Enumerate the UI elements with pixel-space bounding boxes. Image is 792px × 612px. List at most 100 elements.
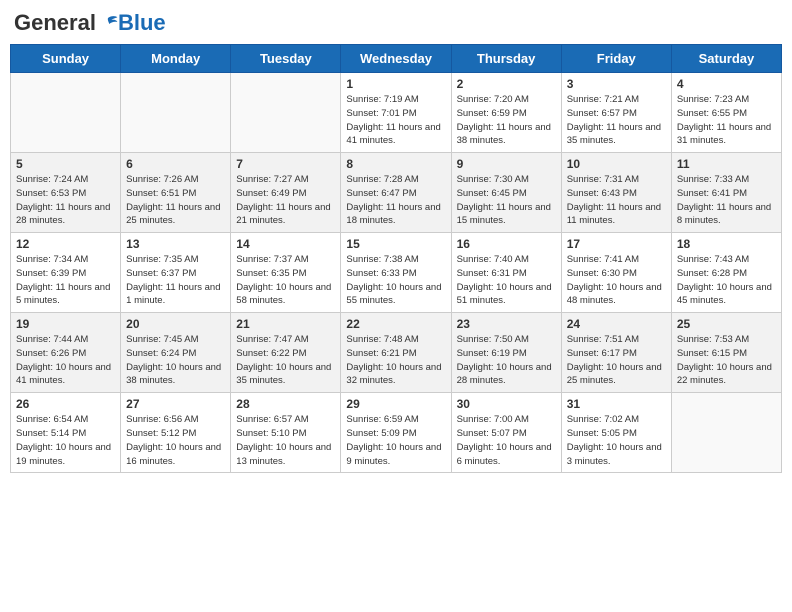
day-number: 13 <box>126 237 225 251</box>
calendar-day-cell: 13Sunrise: 7:35 AMSunset: 6:37 PMDayligh… <box>121 233 231 313</box>
calendar-day-cell: 25 Sunrise: 7:53 AMSunset: 6:15 PMDayligh… <box>671 313 781 393</box>
logo-general-text: General <box>14 10 96 36</box>
day-info: Sunrise: 7:41 AMSunset: 6:30 PMDaylight:… <box>567 253 666 308</box>
day-info: Sunrise: 6:56 AMSunset: 5:12 PMDaylight:… <box>126 413 225 468</box>
day-info: Sunrise: 7:34 AMSunset: 6:39 PMDaylight:… <box>16 253 115 308</box>
day-info: Sunrise: 7:20 AMSunset: 6:59 PMDaylight:… <box>457 93 556 148</box>
calendar-table: SundayMondayTuesdayWednesdayThursdayFrid… <box>10 44 782 473</box>
day-info: Sunrise: 7:51 AMSunset: 6:17 PMDaylight:… <box>567 333 666 388</box>
calendar-day-cell: 7 Sunrise: 7:27 AMSunset: 6:49 PMDaylight… <box>231 153 341 233</box>
calendar-week-row: 5 Sunrise: 7:24 AMSunset: 6:53 PMDaylight… <box>11 153 782 233</box>
day-number: 2 <box>457 77 556 91</box>
calendar-day-cell <box>231 73 341 153</box>
day-info: Sunrise: 7:53 AMSunset: 6:15 PMDaylight:… <box>677 333 776 388</box>
day-number: 9 <box>457 157 556 171</box>
day-info: Sunrise: 7:47 AMSunset: 6:22 PMDaylight:… <box>236 333 335 388</box>
calendar-day-cell <box>121 73 231 153</box>
day-info: Sunrise: 7:33 AMSunset: 6:41 PMDaylight:… <box>677 173 776 228</box>
calendar-day-cell: 4Sunrise: 7:23 AMSunset: 6:55 PMDaylight… <box>671 73 781 153</box>
calendar-day-cell: 28 Sunrise: 6:57 AMSunset: 5:10 PMDayligh… <box>231 393 341 473</box>
day-info: Sunrise: 6:59 AMSunset: 5:09 PMDaylight:… <box>346 413 445 468</box>
day-number: 11 <box>677 157 776 171</box>
day-number: 20 <box>126 317 225 331</box>
calendar-day-cell: 24Sunrise: 7:51 AMSunset: 6:17 PMDayligh… <box>561 313 671 393</box>
day-info: Sunrise: 7:24 AMSunset: 6:53 PMDaylight:… <box>16 173 115 228</box>
header: General Blue <box>10 10 782 36</box>
day-number: 12 <box>16 237 115 251</box>
day-number: 28 <box>236 397 335 411</box>
calendar-day-cell: 1 Sunrise: 7:19 AMSunset: 7:01 PMDaylight… <box>341 73 451 153</box>
calendar-week-row: 12 Sunrise: 7:34 AMSunset: 6:39 PMDayligh… <box>11 233 782 313</box>
calendar-day-cell: 5 Sunrise: 7:24 AMSunset: 6:53 PMDaylight… <box>11 153 121 233</box>
day-number: 16 <box>457 237 556 251</box>
calendar-day-cell: 22Sunrise: 7:48 AMSunset: 6:21 PMDayligh… <box>341 313 451 393</box>
weekday-header-thursday: Thursday <box>451 45 561 73</box>
weekday-header-monday: Monday <box>121 45 231 73</box>
calendar-day-cell <box>671 393 781 473</box>
weekday-header-wednesday: Wednesday <box>341 45 451 73</box>
weekday-header-friday: Friday <box>561 45 671 73</box>
day-number: 4 <box>677 77 776 91</box>
day-number: 18 <box>677 237 776 251</box>
page: General Blue SundayMondayTuesdayWednesda… <box>0 0 792 612</box>
calendar-day-cell: 6 Sunrise: 7:26 AMSunset: 6:51 PMDaylight… <box>121 153 231 233</box>
day-number: 6 <box>126 157 225 171</box>
day-info: Sunrise: 7:50 AMSunset: 6:19 PMDaylight:… <box>457 333 556 388</box>
day-number: 3 <box>567 77 666 91</box>
calendar-week-row: 19 Sunrise: 7:44 AMSunset: 6:26 PMDayligh… <box>11 313 782 393</box>
day-info: Sunrise: 7:48 AMSunset: 6:21 PMDaylight:… <box>346 333 445 388</box>
day-number: 14 <box>236 237 335 251</box>
day-info: Sunrise: 7:00 AMSunset: 5:07 PMDaylight:… <box>457 413 556 468</box>
day-number: 19 <box>16 317 115 331</box>
day-info: Sunrise: 7:37 AMSunset: 6:35 PMDaylight:… <box>236 253 335 308</box>
weekday-header-sunday: Sunday <box>11 45 121 73</box>
calendar-week-row: 1 Sunrise: 7:19 AMSunset: 7:01 PMDaylight… <box>11 73 782 153</box>
day-info: Sunrise: 7:28 AMSunset: 6:47 PMDaylight:… <box>346 173 445 228</box>
day-info: Sunrise: 7:30 AMSunset: 6:45 PMDaylight:… <box>457 173 556 228</box>
weekday-header-row: SundayMondayTuesdayWednesdayThursdayFrid… <box>11 45 782 73</box>
calendar-day-cell: 23 Sunrise: 7:50 AMSunset: 6:19 PMDayligh… <box>451 313 561 393</box>
calendar-day-cell: 16 Sunrise: 7:40 AMSunset: 6:31 PMDayligh… <box>451 233 561 313</box>
calendar-week-row: 26 Sunrise: 6:54 AMSunset: 5:14 PMDayligh… <box>11 393 782 473</box>
day-info: Sunrise: 7:45 AMSunset: 6:24 PMDaylight:… <box>126 333 225 388</box>
day-info: Sunrise: 7:40 AMSunset: 6:31 PMDaylight:… <box>457 253 556 308</box>
day-info: Sunrise: 7:38 AMSunset: 6:33 PMDaylight:… <box>346 253 445 308</box>
calendar-day-cell: 15Sunrise: 7:38 AMSunset: 6:33 PMDayligh… <box>341 233 451 313</box>
day-number: 30 <box>457 397 556 411</box>
day-number: 26 <box>16 397 115 411</box>
day-info: Sunrise: 7:26 AMSunset: 6:51 PMDaylight:… <box>126 173 225 228</box>
calendar-day-cell: 11 Sunrise: 7:33 AMSunset: 6:41 PMDayligh… <box>671 153 781 233</box>
day-number: 1 <box>346 77 445 91</box>
day-number: 8 <box>346 157 445 171</box>
calendar-day-cell: 19 Sunrise: 7:44 AMSunset: 6:26 PMDayligh… <box>11 313 121 393</box>
day-info: Sunrise: 7:44 AMSunset: 6:26 PMDaylight:… <box>16 333 115 388</box>
day-number: 10 <box>567 157 666 171</box>
calendar-day-cell: 2 Sunrise: 7:20 AMSunset: 6:59 PMDaylight… <box>451 73 561 153</box>
calendar-day-cell: 26 Sunrise: 6:54 AMSunset: 5:14 PMDayligh… <box>11 393 121 473</box>
calendar-day-cell: 30 Sunrise: 7:00 AMSunset: 5:07 PMDayligh… <box>451 393 561 473</box>
day-info: Sunrise: 7:21 AMSunset: 6:57 PMDaylight:… <box>567 93 666 148</box>
day-info: Sunrise: 7:19 AMSunset: 7:01 PMDaylight:… <box>346 93 445 148</box>
day-number: 25 <box>677 317 776 331</box>
calendar-day-cell: 31Sunrise: 7:02 AMSunset: 5:05 PMDayligh… <box>561 393 671 473</box>
logo: General Blue <box>14 10 166 36</box>
day-info: Sunrise: 6:54 AMSunset: 5:14 PMDaylight:… <box>16 413 115 468</box>
day-number: 17 <box>567 237 666 251</box>
day-number: 23 <box>457 317 556 331</box>
day-number: 5 <box>16 157 115 171</box>
logo-blue-text: Blue <box>118 10 166 36</box>
calendar-day-cell: 10Sunrise: 7:31 AMSunset: 6:43 PMDayligh… <box>561 153 671 233</box>
day-number: 29 <box>346 397 445 411</box>
day-number: 7 <box>236 157 335 171</box>
weekday-header-saturday: Saturday <box>671 45 781 73</box>
day-number: 27 <box>126 397 225 411</box>
calendar-day-cell: 20 Sunrise: 7:45 AMSunset: 6:24 PMDayligh… <box>121 313 231 393</box>
day-number: 31 <box>567 397 666 411</box>
calendar-day-cell: 9 Sunrise: 7:30 AMSunset: 6:45 PMDaylight… <box>451 153 561 233</box>
day-info: Sunrise: 6:57 AMSunset: 5:10 PMDaylight:… <box>236 413 335 468</box>
calendar-day-cell: 12 Sunrise: 7:34 AMSunset: 6:39 PMDayligh… <box>11 233 121 313</box>
day-info: Sunrise: 7:27 AMSunset: 6:49 PMDaylight:… <box>236 173 335 228</box>
calendar-day-cell: 18Sunrise: 7:43 AMSunset: 6:28 PMDayligh… <box>671 233 781 313</box>
calendar-day-cell: 17 Sunrise: 7:41 AMSunset: 6:30 PMDayligh… <box>561 233 671 313</box>
calendar-day-cell: 8 Sunrise: 7:28 AMSunset: 6:47 PMDaylight… <box>341 153 451 233</box>
